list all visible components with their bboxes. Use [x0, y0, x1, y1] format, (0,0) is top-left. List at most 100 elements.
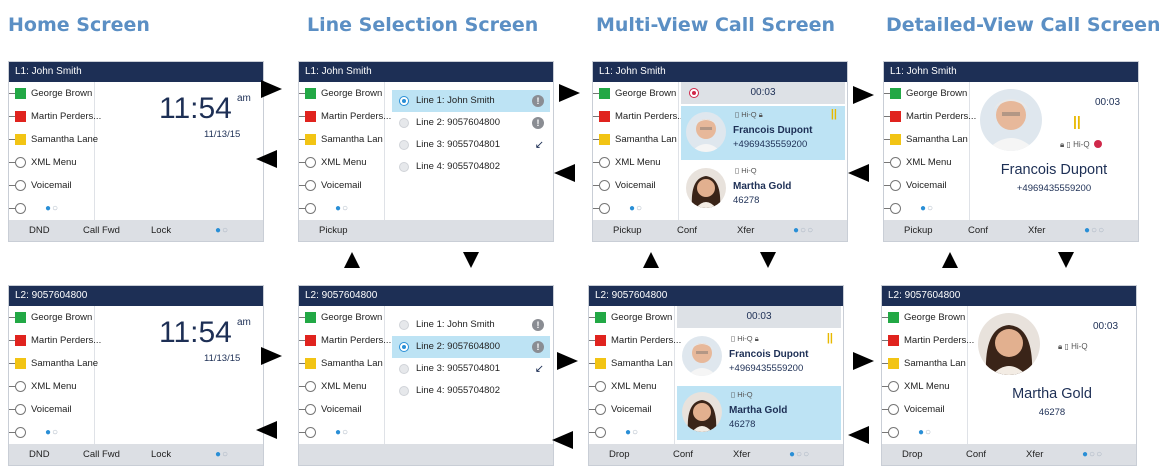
softkey-bar: Drop Conf Xfer ●○○	[882, 444, 1136, 465]
softkey-page-dots[interactable]: ●○	[215, 220, 229, 241]
key-page[interactable]: ●○	[299, 421, 385, 444]
key-voicemail[interactable]: Voicemail	[299, 174, 385, 197]
key-circle-icon	[890, 180, 901, 191]
key-circle-icon	[15, 427, 26, 438]
call-entry-martha[interactable]: ▯ Hi-Q Martha Gold 46278	[677, 386, 841, 440]
softkey-page-dots[interactable]: ●○○	[1084, 220, 1105, 241]
key-xml-menu[interactable]: XML Menu	[589, 375, 675, 398]
arrow-left-icon	[848, 426, 869, 444]
line-item-1[interactable]: Line 1: John Smith!	[392, 314, 550, 336]
call-entry-francois[interactable]: ▯ Hi-Q 🔒︎ || Francois Dupont +4969435559…	[681, 106, 845, 160]
softkey-conf[interactable]: Conf	[968, 220, 988, 241]
key-page[interactable]: ●○	[9, 421, 95, 444]
key-martin-perders[interactable]: Martin Perders...	[593, 105, 685, 128]
key-page[interactable]: ●○	[9, 197, 95, 220]
key-xml-menu[interactable]: XML Menu	[9, 151, 95, 174]
key-page[interactable]: ●○	[884, 197, 970, 220]
key-page[interactable]: ●○	[299, 197, 385, 220]
key-voicemail[interactable]: Voicemail	[9, 398, 95, 421]
line-item-1[interactable]: Line 1: John Smith!	[392, 90, 550, 112]
key-samantha-lane[interactable]: Samantha Lan	[299, 352, 385, 375]
key-voicemail[interactable]: Voicemail	[9, 174, 95, 197]
key-martin-perders[interactable]: Martin Perders...	[884, 105, 976, 128]
radio-icon	[399, 162, 409, 172]
radio-icon	[399, 140, 409, 150]
key-martin-perders[interactable]: Martin Perders...	[299, 329, 391, 352]
key-samantha-lane[interactable]: Samantha Lan	[299, 128, 385, 151]
key-martin-perders[interactable]: Martin Perders...	[299, 105, 391, 128]
key-samantha-lane[interactable]: Samantha Lan	[589, 352, 675, 375]
key-xml-menu[interactable]: XML Menu	[884, 151, 970, 174]
key-page[interactable]: ●○	[589, 421, 675, 444]
busy-lamp-green	[888, 312, 899, 323]
key-george-brown[interactable]: George Brown	[299, 306, 385, 329]
softkey-conf[interactable]: Conf	[677, 220, 697, 241]
call-status-icons: 🔒︎ ▯ Hi-Q	[1058, 342, 1088, 351]
softkey-pickup[interactable]: Pickup	[904, 220, 933, 241]
softkey-page-dots[interactable]: ●○○	[789, 444, 810, 465]
key-george-brown[interactable]: George Brown	[882, 306, 968, 329]
key-xml-menu[interactable]: XML Menu	[299, 375, 385, 398]
key-george-brown[interactable]: George Brown	[9, 306, 95, 329]
line-item-4[interactable]: Line 4: 9055704802	[392, 156, 550, 178]
softkey-page-dots[interactable]: ●○○	[793, 220, 814, 241]
caller-number: 46278	[729, 419, 756, 430]
softkey-dnd[interactable]: DND	[29, 444, 50, 465]
softkey-call-fwd[interactable]: Call Fwd	[83, 444, 120, 465]
softkey-lock[interactable]: Lock	[151, 444, 171, 465]
softkey-xfer[interactable]: Xfer	[733, 444, 750, 465]
key-martin-perders[interactable]: Martin Perders...	[882, 329, 974, 352]
softkey-drop[interactable]: Drop	[902, 444, 923, 465]
key-voicemail[interactable]: Voicemail	[593, 174, 679, 197]
key-voicemail[interactable]: Voicemail	[299, 398, 385, 421]
line-item-2[interactable]: Line 2: 9057604800!	[392, 336, 550, 358]
key-samantha-lane[interactable]: Samantha Lane	[9, 128, 98, 151]
softkey-bar: DND Call Fwd Lock ●○	[9, 220, 263, 241]
line-item-4[interactable]: Line 4: 9055704802	[392, 380, 550, 402]
softkey-call-fwd[interactable]: Call Fwd	[83, 220, 120, 241]
key-samantha-lane[interactable]: Samantha Lan	[884, 128, 970, 151]
clock-time: 11:54	[159, 316, 232, 349]
softkey-conf[interactable]: Conf	[966, 444, 986, 465]
key-george-brown[interactable]: George Brown	[299, 82, 385, 105]
softkey-conf[interactable]: Conf	[673, 444, 693, 465]
key-voicemail[interactable]: Voicemail	[882, 398, 968, 421]
softkey-xfer[interactable]: Xfer	[1028, 220, 1045, 241]
softkey-bar: Pickup Conf Xfer ●○○	[884, 220, 1138, 241]
line-item-3[interactable]: Line 3: 9055704801 ↙	[392, 134, 550, 156]
softkey-drop[interactable]: Drop	[609, 444, 630, 465]
softkey-pickup[interactable]: Pickup	[613, 220, 642, 241]
key-page[interactable]: ●○	[593, 197, 679, 220]
key-martin-perders[interactable]: Martin Perders...	[589, 329, 681, 352]
softkey-lock[interactable]: Lock	[151, 220, 171, 241]
softkey-xfer[interactable]: Xfer	[1026, 444, 1043, 465]
key-martin-perders[interactable]: Martin Perders...	[9, 329, 101, 352]
radio-icon	[399, 320, 409, 330]
key-xml-menu[interactable]: XML Menu	[299, 151, 385, 174]
key-voicemail[interactable]: Voicemail	[884, 174, 970, 197]
line-item-2[interactable]: Line 2: 9057604800!	[392, 112, 550, 134]
softkey-page-dots[interactable]: ●○○	[1082, 444, 1103, 465]
key-xml-menu[interactable]: XML Menu	[9, 375, 95, 398]
call-entry-martha[interactable]: ▯ Hi-Q Martha Gold 46278	[681, 162, 845, 216]
key-xml-menu[interactable]: XML Menu	[593, 151, 679, 174]
key-samantha-lane[interactable]: Samantha Lan	[882, 352, 968, 375]
key-voicemail[interactable]: Voicemail	[589, 398, 675, 421]
key-xml-menu[interactable]: XML Menu	[882, 375, 968, 398]
key-circle-icon	[595, 427, 606, 438]
key-samantha-lane[interactable]: Samantha Lan	[593, 128, 679, 151]
line-item-3[interactable]: Line 3: 9055704801 ↙	[392, 358, 550, 380]
key-martin-perders[interactable]: Martin Perders...	[9, 105, 101, 128]
key-george-brown[interactable]: George Brown	[9, 82, 95, 105]
softkey-xfer[interactable]: Xfer	[737, 220, 754, 241]
lock-icon: 🔒︎	[1058, 342, 1063, 351]
key-samantha-lane[interactable]: Samantha Lane	[9, 352, 98, 375]
key-george-brown[interactable]: George Brown	[589, 306, 675, 329]
key-page[interactable]: ●○	[882, 421, 968, 444]
softkey-page-dots[interactable]: ●○	[215, 444, 229, 465]
softkey-dnd[interactable]: DND	[29, 220, 50, 241]
softkey-pickup[interactable]: Pickup	[319, 220, 348, 241]
key-george-brown[interactable]: George Brown	[593, 82, 679, 105]
call-entry-francois[interactable]: ▯ Hi-Q 🔒︎ || Francois Dupont +4969435559…	[677, 330, 841, 384]
key-george-brown[interactable]: George Brown	[884, 82, 970, 105]
